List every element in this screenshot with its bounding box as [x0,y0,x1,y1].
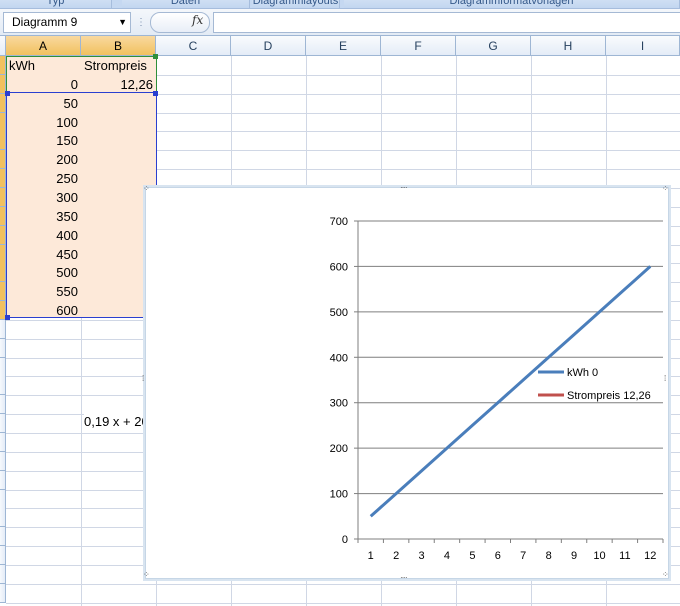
row-header[interactable] [0,358,6,377]
column-header-g[interactable]: G [456,36,531,56]
range-handle-series-name[interactable] [153,54,158,59]
x-tick-label: 6 [495,550,501,562]
row-gridline [6,584,680,585]
insert-function-icon[interactable]: fx [192,13,203,27]
x-tick-label: 11 [619,550,630,562]
y-tick-label: 100 [330,489,348,501]
name-box[interactable]: Diagramm 9 ▼ [3,12,131,33]
y-tick-label: 0 [342,534,348,546]
y-tick-label: 700 [330,216,348,228]
chevron-down-icon[interactable]: ▼ [118,13,127,32]
range-handle-bottom-left[interactable] [5,315,10,320]
x-tick-label: 7 [520,550,526,562]
column-header-c[interactable]: C [156,36,231,56]
x-tick-label: 8 [546,550,552,562]
column-header-e[interactable]: E [306,36,381,56]
legend-label-0: kWh 0 [567,367,598,379]
column-header-h[interactable]: H [531,36,606,56]
row-header[interactable] [0,339,6,358]
range-handle-top-right[interactable] [153,91,158,96]
ribbon-group-diagrammformatvorlagen[interactable]: Diagrammformatvorlagen [344,0,680,8]
row-header[interactable] [0,490,6,509]
range-handle-top-left[interactable] [5,91,10,96]
row-header[interactable] [0,565,6,584]
row-header[interactable] [0,433,6,452]
y-tick-label: 200 [330,443,348,455]
column-header-a[interactable]: A [6,36,81,56]
column-header-d[interactable]: D [231,36,306,56]
x-tick-label: 10 [593,550,605,562]
ribbon-group-diagrammlayouts[interactable]: Diagrammlayouts [252,0,340,8]
name-box-value: Diagramm 9 [12,15,78,29]
row-header[interactable] [0,527,6,546]
row-gridline [6,603,680,604]
chart-object[interactable]: ⁘ ···· ⁘ ⁞ ⁞ ⁘ ···· ⁘ 0 100 200 300 400 500 60… [142,184,669,582]
y-tick-label: 600 [330,261,348,273]
line-chart: 01002003004005006007001 2 3 4 5 6 7 8 9 10 11 12kWh… [330,216,664,562]
data-range-outline [6,92,157,318]
row-header[interactable] [0,395,6,414]
legend-label-1: Strompreis 12,26 [567,390,651,402]
ribbon-group-daten[interactable]: Daten [122,0,250,8]
column-header-f[interactable]: F [381,36,456,56]
header-range-outline [6,56,157,93]
x-tick-label: 12 [644,550,656,562]
x-tick-label: 4 [444,550,450,562]
row-header[interactable] [0,546,6,565]
row-header[interactable] [0,452,6,471]
chart-handle-left[interactable]: ⁞ [142,375,144,383]
ribbon-group-labels: Typ Daten Diagrammlayouts Diagrammformat… [0,0,680,9]
row-header[interactable] [0,376,6,395]
x-tick-label: 1 [368,550,374,562]
x-tick-label: 2 [393,550,399,562]
x-tick-label: 9 [571,550,577,562]
row-header[interactable] [0,320,6,339]
row-header[interactable] [0,584,6,603]
row-header[interactable] [0,508,6,527]
y-tick-label: 400 [330,352,348,364]
formula-note: 0,19 x + 20 [84,412,153,431]
excel-window: Typ Daten Diagrammlayouts Diagrammformat… [0,0,680,606]
ribbon-group-typ[interactable]: Typ [0,0,112,8]
formula-input[interactable] [213,12,680,33]
y-tick-label: 300 [330,398,348,410]
row-header[interactable] [0,414,6,433]
row-header[interactable] [0,471,6,490]
column-header-b[interactable]: B [81,36,156,56]
x-tick-label: 3 [418,550,424,562]
x-tick-label: 5 [469,550,475,562]
y-tick-label: 500 [330,307,348,319]
formula-bar: Diagramm 9 ▼ ⋮ fx [0,9,680,36]
splitter-grip-icon[interactable]: ⋮ [136,13,146,32]
column-header-i[interactable]: I [606,36,680,56]
